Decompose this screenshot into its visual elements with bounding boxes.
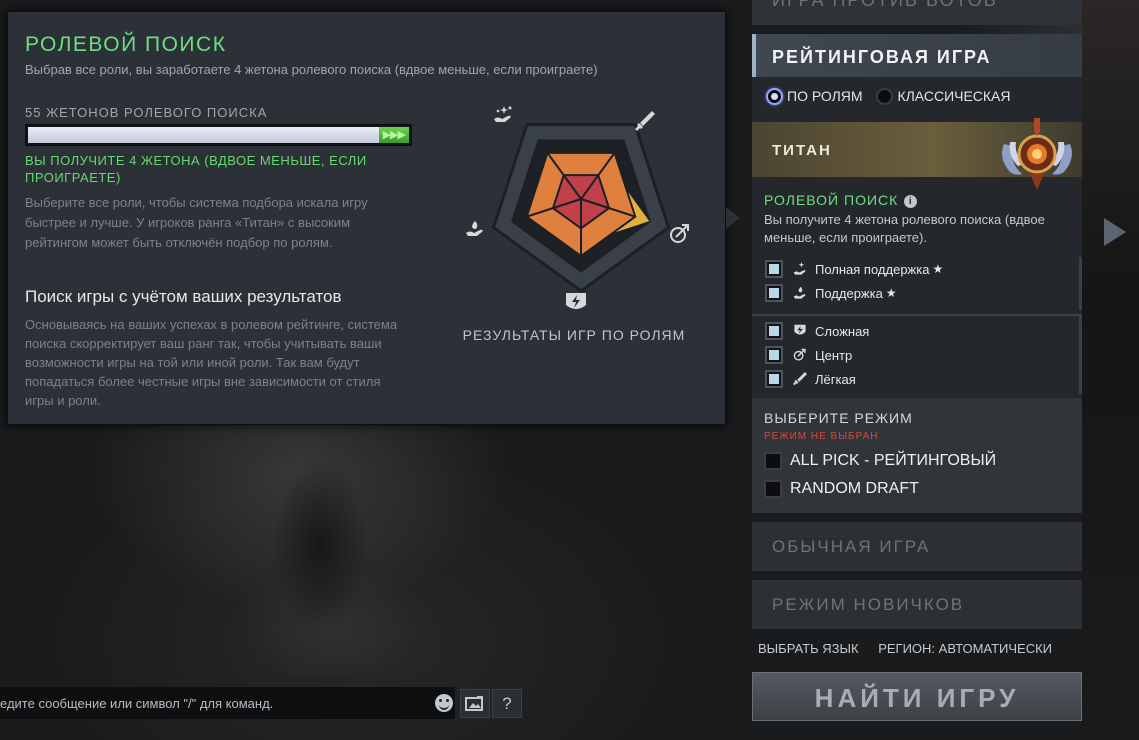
popup-pointer <box>726 207 740 229</box>
ranked-title: РЕЙТИНГОВАЯ ИГРА <box>772 47 992 67</box>
role-label-soft-support: Поддержка <box>815 285 883 301</box>
role-search-title-text: РОЛЕВОЙ ПОИСК <box>764 192 899 208</box>
role-checkbox-hard-support[interactable] <box>765 260 783 278</box>
rank-name: ТИТАН <box>772 142 832 159</box>
token-progress-bar: ▶▶▶ <box>25 124 412 146</box>
mode-option-all-pick[interactable]: ALL PICK - РЕЙТИНГОВЫЙ <box>764 452 996 470</box>
chat-bar <box>0 687 455 719</box>
role-label-mid: Центр <box>815 347 853 363</box>
mode-option-random-draft[interactable]: RANDOM DRAFT <box>764 480 919 498</box>
next-arrow-icon[interactable] <box>1104 218 1126 246</box>
normal-game-label: ОБЫЧНАЯ ИГРА <box>772 537 931 556</box>
mode-checkbox-all-pick[interactable] <box>764 452 782 470</box>
star-icon: ★ <box>885 286 897 300</box>
normal-game-tab[interactable]: ОБЫЧНАЯ ИГРА <box>752 522 1082 571</box>
role-search-description: Вы получите 4 жетона ролевого поиска (вд… <box>764 212 1045 245</box>
offlane-icon <box>794 324 806 335</box>
mode-checkbox-random-draft[interactable] <box>764 480 782 498</box>
role-row-soft-support[interactable]: Поддержка ★ <box>752 281 1079 305</box>
offlane-icon <box>566 293 586 309</box>
choose-language-link[interactable]: ВЫБРАТЬ ЯЗЫК <box>758 641 859 656</box>
role-row-carry[interactable]: Лёгкая <box>752 367 1079 391</box>
chat-help-button[interactable]: ? <box>492 689 522 718</box>
popup-title: РОЛЕВОЙ ПОИСК <box>25 33 227 56</box>
background-right-edge <box>1082 0 1139 740</box>
queue-type-selector: ПО РОЛЯМ КЛАССИЧЕСКАЯ <box>766 87 1021 105</box>
role-search-popup: РОЛЕВОЙ ПОИСК Выбрав все роли, вы зарабо… <box>7 11 726 425</box>
role-row-hard-support[interactable]: Полная поддержка ★ <box>752 257 1079 281</box>
role-checkbox-carry[interactable] <box>765 370 783 388</box>
section-title: Поиск игры с учётом ваших результатов <box>25 287 342 306</box>
mode-label-all-pick: ALL PICK - РЕЙТИНГОВЫЙ <box>790 452 997 469</box>
tokens-count-label: 55 ЖЕТОНОВ РОЛЕВОГО ПОИСКА <box>25 105 268 120</box>
soft-support-icon <box>793 286 806 299</box>
role-label-hard-support: Полная поддержка <box>815 261 930 277</box>
chat-screenshot-button[interactable] <box>460 689 490 718</box>
info-icon[interactable]: i <box>904 195 918 208</box>
token-progress-fill: ▶▶▶ <box>28 127 409 143</box>
role-search-title: РОЛЕВОЙ ПОИСК i <box>764 192 918 208</box>
popup-subtitle: Выбрав все роли, вы заработаете 4 жетона… <box>25 62 598 77</box>
newbie-mode-tab[interactable]: РЕЖИМ НОВИЧКОВ <box>752 580 1082 629</box>
ranked-panel: РЕЙТИНГОВАЯ ИГРА ПО РОЛЯМ КЛАССИЧЕСКАЯ Т… <box>752 34 1082 513</box>
rank-bar: ТИТАН <box>752 118 1082 190</box>
chat-input[interactable] <box>0 687 455 719</box>
role-row-offlane[interactable]: Сложная <box>752 319 1079 343</box>
mode-title: ВЫБЕРИТЕ РЕЖИМ <box>764 410 913 426</box>
popup-description: Выберите все роли, чтобы система подбора… <box>25 195 368 250</box>
radio-classic[interactable] <box>876 87 894 105</box>
support-roles-group: Полная поддержка ★ Поддержка ★ <box>752 257 1082 310</box>
role-label-offlane: Сложная <box>815 323 870 339</box>
image-icon <box>465 695 483 711</box>
carry-icon <box>793 372 807 386</box>
game-mode-block: ВЫБЕРИТЕ РЕЖИМ РЕЖИМ НЕ ВЫБРАН ALL PICK … <box>752 398 1082 513</box>
carry-icon <box>635 111 655 131</box>
emoticon-icon[interactable] <box>435 694 453 712</box>
ranked-tab[interactable]: РЕЙТИНГОВАЯ ИГРА <box>752 34 1082 77</box>
find-game-label: НАЙТИ ИГРУ <box>814 683 1020 713</box>
token-gain-segment: ▶▶▶ <box>378 127 409 143</box>
role-checkbox-offlane[interactable] <box>765 322 783 340</box>
mid-icon <box>670 224 689 243</box>
role-label-carry: Лёгкая <box>815 371 856 387</box>
role-checkbox-soft-support[interactable] <box>765 284 783 302</box>
core-roles-group: Сложная Центр Лёгкая <box>752 314 1082 394</box>
titan-medal-icon <box>1002 118 1072 190</box>
hard-support-icon <box>494 106 512 122</box>
section-text: Основываясь на ваших успехах в ролевом р… <box>25 317 398 408</box>
mode-label-random-draft: RANDOM DRAFT <box>790 480 919 497</box>
radar-caption: РЕЗУЛЬТАТЫ ИГР ПО РОЛЯМ <box>462 327 686 343</box>
radio-role-queue[interactable] <box>766 87 783 105</box>
role-checkbox-mid[interactable] <box>765 346 783 364</box>
matchmaking-options: ВЫБРАТЬ ЯЗЫК РЕГИОН: АВТОМАТИЧЕСКИ <box>758 641 1068 656</box>
role-row-mid[interactable]: Центр <box>752 343 1079 367</box>
radio-classic-label[interactable]: КЛАССИЧЕСКАЯ <box>897 88 1010 104</box>
bot-match-tab[interactable]: ИГРА ПРОТИВ БОТОВ <box>752 0 1082 25</box>
star-icon: ★ <box>932 262 944 276</box>
bot-match-label: ИГРА ПРОТИВ БОТОВ <box>772 0 998 10</box>
newbie-mode-label: РЕЖИМ НОВИЧКОВ <box>772 595 965 614</box>
hard-support-icon <box>793 262 806 275</box>
region-link[interactable]: РЕГИОН: АВТОМАТИЧЕСКИ <box>878 641 1052 656</box>
mid-icon <box>793 348 806 361</box>
find-game-button[interactable]: НАЙТИ ИГРУ <box>752 672 1082 721</box>
background-figure <box>200 425 460 675</box>
radio-role-queue-label[interactable]: ПО РОЛЯМ <box>787 88 863 104</box>
reward-note: ВЫ ПОЛУЧИТЕ 4 ЖЕТОНА (ВДВОЕ МЕНЬШЕ, ЕСЛИ… <box>25 153 367 185</box>
soft-support-icon <box>466 221 483 236</box>
mode-warning: РЕЖИМ НЕ ВЫБРАН <box>764 431 879 442</box>
role-results-radar-chart <box>466 106 689 309</box>
